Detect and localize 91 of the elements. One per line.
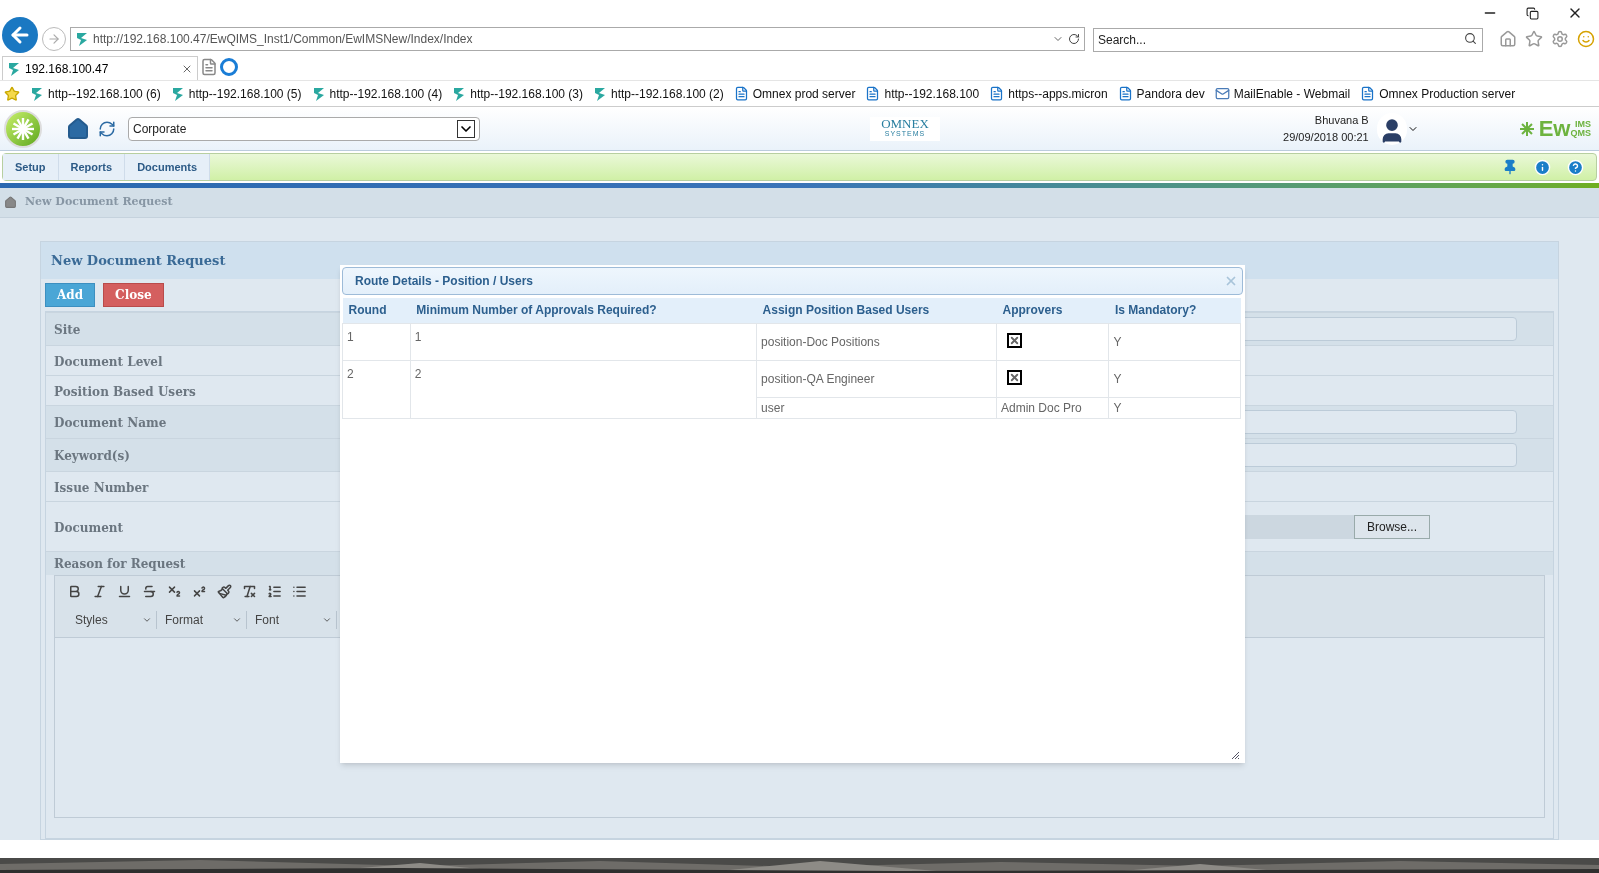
page-icon [1360, 86, 1376, 101]
dialog-title: Route Details - Position / Users [355, 273, 534, 290]
refresh-icon[interactable] [1068, 33, 1080, 45]
browse-button[interactable]: Browse... [1354, 514, 1430, 539]
refresh-icon[interactable] [98, 119, 116, 138]
favorite-link[interactable]: http--192.168.100 (2) [593, 84, 724, 103]
approvers-box-icon[interactable] [1007, 332, 1022, 348]
form-button[interactable]: Close [103, 283, 164, 307]
favorite-link[interactable]: http--192.168.100 (5) [170, 84, 302, 103]
address-text: http://192.168.100.47/EwQIMS_Inst1/Common/EwIMSNew/Index/Index [93, 31, 474, 48]
info-icon[interactable] [1534, 158, 1551, 176]
mail-icon [1214, 86, 1230, 101]
page-icon [865, 86, 881, 101]
caret-icon [322, 615, 332, 625]
form-title: New Document Request [51, 251, 226, 270]
table-cell: 2 [414, 366, 422, 381]
browser-tab[interactable]: 192.168.100.47 [2, 56, 198, 80]
superscript-icon[interactable] [192, 584, 207, 599]
login-datetime: 29/09/2018 00:21 [1283, 129, 1369, 145]
table-cell: 2 [347, 366, 354, 381]
editor-dropdown[interactable]: Format [157, 611, 247, 629]
field-label: Site [54, 323, 81, 337]
favorite-link[interactable]: http--192.168.100 (4) [311, 84, 443, 103]
table-cell: 1 [347, 329, 354, 344]
table-cell: 1 [414, 329, 422, 344]
search-field[interactable]: Search... [1093, 28, 1483, 52]
table-cell: position-QA Engineer [761, 371, 875, 386]
field-label: Document [54, 520, 124, 535]
favorites-star-icon[interactable] [4, 85, 20, 102]
paintbrush-icon[interactable] [217, 584, 232, 599]
restore-icon[interactable] [1526, 6, 1539, 20]
forward-arrow-icon [47, 32, 61, 46]
home-icon[interactable] [4, 196, 17, 209]
column-header: Approvers [996, 298, 1109, 323]
favorite-link[interactable]: Omnex Production server [1360, 84, 1516, 103]
bold-icon[interactable] [67, 584, 82, 599]
approvers-box-icon[interactable] [1007, 369, 1022, 385]
favorite-link[interactable]: http--192.168.100 [865, 84, 980, 103]
field-label: Issue Number [54, 480, 149, 495]
table-cell: Admin Doc Pro [1001, 400, 1082, 415]
column-header: Round [342, 298, 411, 323]
home-icon[interactable] [66, 116, 90, 141]
editor-dropdown[interactable]: Font [247, 611, 337, 629]
column-header: Assign Position Based Users [756, 298, 997, 323]
caret-icon [142, 615, 152, 625]
site-select[interactable]: Corporate [128, 116, 480, 141]
resize-handle-icon[interactable] [1232, 752, 1239, 759]
table-cell: Y [1113, 400, 1122, 415]
table-cell: Y [1113, 334, 1122, 349]
favorite-link[interactable]: Omnex prod server [733, 84, 856, 103]
menu-tab[interactable]: Reports [58, 154, 126, 180]
table-cell: Y [1113, 371, 1122, 386]
clear-format-icon[interactable] [242, 584, 257, 599]
address-bar[interactable]: http://192.168.100.47/EwQIMS_Inst1/Common/EwIMSNew/Index/Index [70, 27, 1085, 51]
settings-icon[interactable] [1551, 30, 1569, 48]
field-label: Position Based Users [54, 384, 196, 399]
user-name: Bhuvana B [1314, 113, 1369, 128]
field-label: Keyword(s) [54, 449, 130, 463]
editor-dropdown[interactable]: Styles [67, 611, 157, 629]
page-icon [733, 86, 749, 101]
menu-tab[interactable]: Setup [3, 154, 59, 180]
favorite-link[interactable]: Pandora dev [1117, 84, 1205, 103]
pin-icon[interactable] [1502, 159, 1518, 175]
new-tab-icon[interactable] [200, 58, 218, 76]
favorite-link[interactable]: https--apps.micron [989, 84, 1108, 103]
table-cell: position-Doc Positions [761, 334, 880, 349]
underline-icon[interactable] [117, 584, 132, 599]
favorite-link[interactable]: MailEnable - Webmail [1214, 84, 1351, 103]
numbered-list-icon[interactable] [267, 584, 282, 599]
field-label: Reason for Request [54, 555, 186, 573]
home-icon[interactable] [1499, 30, 1517, 48]
table-cell: user [761, 400, 785, 415]
italic-icon[interactable] [92, 584, 107, 599]
favorites-icon[interactable] [1525, 30, 1543, 48]
favorite-link[interactable]: http--192.168.100 (3) [452, 84, 583, 103]
page-icon [989, 86, 1005, 101]
back-button[interactable] [2, 17, 38, 53]
column-header: Is Mandatory? [1108, 298, 1241, 323]
strikethrough-icon[interactable] [142, 584, 157, 599]
subscript-icon[interactable] [167, 584, 182, 599]
bullet-list-icon[interactable] [292, 584, 307, 599]
page-icon [1117, 86, 1133, 101]
help-icon[interactable] [1567, 158, 1584, 176]
field-label: Document Level [54, 354, 163, 369]
favorite-link[interactable]: http--192.168.100 (6) [30, 84, 161, 103]
menu-tab[interactable]: Documents [125, 154, 211, 180]
field-label: Document Name [54, 416, 167, 430]
column-header: Minimum Number of Approvals Required? [410, 298, 757, 323]
caret-icon [232, 615, 242, 625]
search-icon[interactable] [1464, 32, 1477, 45]
user-avatar[interactable] [1376, 112, 1407, 145]
